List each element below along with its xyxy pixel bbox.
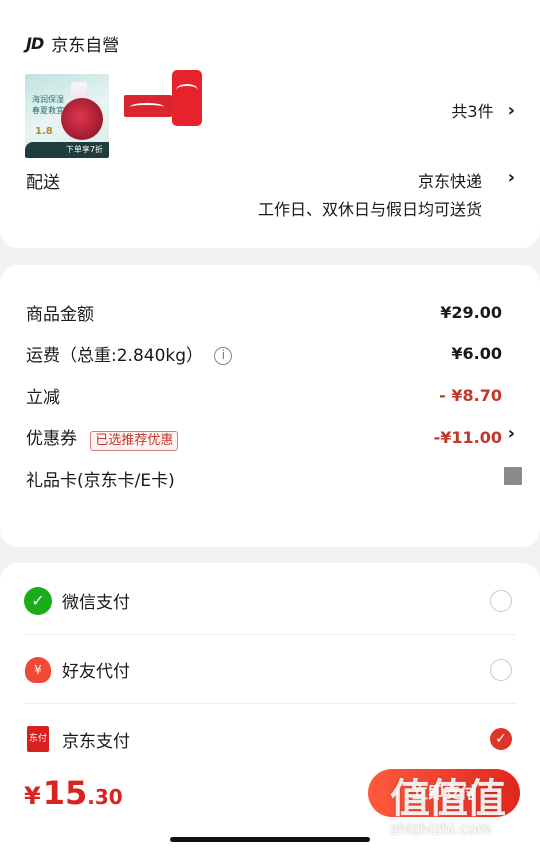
payment-option-label: 微信支付 bbox=[62, 593, 130, 613]
giftcard-toggle[interactable] bbox=[504, 467, 522, 485]
payment-option-friend[interactable]: ¥ 好友代付 bbox=[24, 636, 516, 704]
jd-pay-icon: 东付 bbox=[27, 726, 49, 752]
wechat-icon: ✓ bbox=[24, 586, 52, 615]
goods-amount-value: ¥29.00 bbox=[440, 303, 502, 322]
shop-header: JD 京东自營 bbox=[26, 31, 119, 56]
giftcard-row: 礼品卡(京东卡/E卡) bbox=[26, 466, 502, 491]
product-flower-image bbox=[61, 98, 103, 140]
watermark: 值值值 zhizhizhi.com bbox=[390, 776, 540, 850]
goods-amount-label: 商品金额 bbox=[26, 305, 94, 325]
item-count-link[interactable]: 共3件 › bbox=[451, 98, 515, 122]
coupon-label: 优惠券 bbox=[26, 429, 77, 449]
delivery-method[interactable]: 京东快递 bbox=[418, 168, 482, 192]
chevron-right-icon[interactable]: › bbox=[508, 423, 515, 444]
payment-option-label: 京东支付 bbox=[62, 731, 130, 752]
product-thumbnail-price: 1.8 bbox=[35, 126, 53, 137]
radio-button[interactable] bbox=[490, 589, 512, 612]
chevron-right-icon[interactable]: › bbox=[508, 167, 515, 188]
chevron-right-icon: › bbox=[507, 99, 515, 121]
radio-button-checked[interactable]: ✓ bbox=[490, 728, 512, 750]
product-thumbnail-skincare[interactable]: 海润保湿 春夏救宜 1.8 下单享7折 bbox=[25, 74, 109, 158]
shop-name: 京东自營 bbox=[51, 36, 120, 56]
goods-amount-row: 商品金额 ¥29.00 bbox=[26, 300, 502, 325]
coupon-value: -¥11.00 bbox=[433, 428, 502, 447]
coupon-row[interactable]: 优惠券 已选推荐优惠 -¥11.00 bbox=[26, 424, 502, 451]
instant-discount-value: - ¥8.70 bbox=[439, 386, 502, 405]
delivery-label: 配送 bbox=[26, 173, 60, 193]
total-price: ¥ 15 .30 bbox=[24, 774, 123, 812]
product-thumbnail-cola[interactable] bbox=[122, 70, 206, 130]
watermark-mark: 值值值 bbox=[390, 776, 506, 822]
coupon-tag: 已选推荐优惠 bbox=[90, 431, 179, 451]
jd-logo: JD bbox=[26, 34, 44, 53]
delivery-note: 工作日、双休日与假日均可送货 bbox=[257, 200, 482, 219]
giftcard-label: 礼品卡(京东卡/E卡) bbox=[26, 471, 175, 491]
payment-option-label: 好友代付 bbox=[62, 662, 130, 682]
shipping-value: ¥6.00 bbox=[451, 344, 502, 363]
item-count-label: 共3件 bbox=[451, 102, 494, 121]
cola-pack-image bbox=[124, 95, 172, 117]
home-indicator bbox=[170, 837, 370, 842]
watermark-url: zhizhizhi.com bbox=[390, 820, 492, 838]
info-icon[interactable]: i bbox=[214, 347, 233, 365]
instant-discount-label: 立减 bbox=[26, 388, 60, 408]
instant-discount-row: 立减 - ¥8.70 bbox=[26, 383, 502, 408]
heart-yuan-icon: ¥ bbox=[25, 656, 51, 683]
cola-can-image bbox=[172, 70, 202, 126]
shipping-label: 运费（总重:2.840kg） bbox=[26, 346, 204, 366]
product-thumbnail-text: 海润保湿 春夏救宜 bbox=[32, 95, 64, 115]
radio-button[interactable] bbox=[490, 658, 512, 681]
shipping-row: 运费（总重:2.840kg） i ¥6.00 bbox=[26, 341, 502, 366]
product-promo-bar: 下单享7折 bbox=[25, 142, 109, 158]
payment-option-wechat[interactable]: ✓ 微信支付 bbox=[24, 567, 516, 635]
